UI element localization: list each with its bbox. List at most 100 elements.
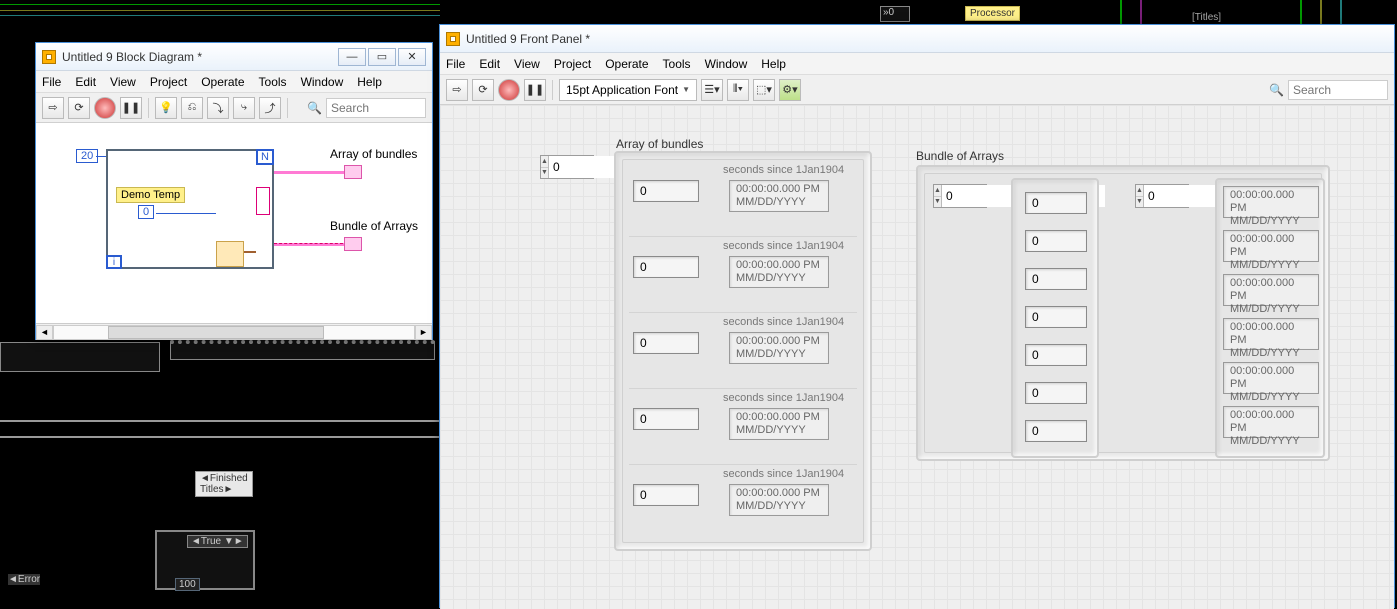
menu-edit[interactable]: Edit bbox=[75, 75, 96, 89]
loop-i-terminal: i bbox=[106, 255, 122, 269]
menu-window[interactable]: Window bbox=[705, 57, 748, 71]
run-button[interactable]: ⇨ bbox=[446, 79, 468, 101]
boa-num-5[interactable]: 0 bbox=[1025, 382, 1087, 404]
abort-button[interactable] bbox=[94, 97, 116, 119]
menu-help[interactable]: Help bbox=[357, 75, 382, 89]
aob-num-3[interactable]: 0 bbox=[633, 408, 699, 430]
down-icon[interactable]: ▼ bbox=[1136, 197, 1143, 208]
boa-num-3[interactable]: 0 bbox=[1025, 306, 1087, 328]
aob-index-control[interactable]: ▲▼ bbox=[540, 155, 594, 179]
fp-title: Untitled 9 Front Panel * bbox=[466, 32, 590, 46]
timestamp-node[interactable] bbox=[216, 241, 244, 267]
highlight-exec-button[interactable]: 💡 bbox=[155, 97, 177, 119]
align-button[interactable]: ☰▾ bbox=[701, 79, 723, 101]
abort-button[interactable] bbox=[498, 79, 520, 101]
aob-num-2[interactable]: 0 bbox=[633, 332, 699, 354]
retain-wire-button[interactable]: ⎌ bbox=[181, 97, 203, 119]
loop-count-constant[interactable]: 20 bbox=[76, 149, 98, 163]
menu-tools[interactable]: Tools bbox=[663, 57, 691, 71]
resize-button[interactable]: ⬚▾ bbox=[753, 79, 775, 101]
bg-error-case: ◄Error bbox=[8, 574, 40, 585]
boa-ts-1[interactable]: 00:00:00.000 PMMM/DD/YYYY bbox=[1223, 230, 1319, 262]
boa-num-6[interactable]: 0 bbox=[1025, 420, 1087, 442]
menu-project[interactable]: Project bbox=[554, 57, 591, 71]
boa-ts-3[interactable]: 00:00:00.000 PMMM/DD/YYYY bbox=[1223, 318, 1319, 350]
menu-project[interactable]: Project bbox=[150, 75, 187, 89]
fp-search-input[interactable] bbox=[1288, 80, 1388, 100]
bd-client[interactable]: 20 N i Demo Temp 0 Array of bundles Bund… bbox=[36, 123, 432, 323]
bg-finished-titles: ◄Finished Titles► bbox=[195, 471, 253, 497]
aob-tslabel-4: seconds since 1Jan1904 bbox=[723, 468, 844, 480]
boa-ts-5[interactable]: 00:00:00.000 PMMM/DD/YYYY bbox=[1223, 406, 1319, 438]
aob-num-1[interactable]: 0 bbox=[633, 256, 699, 278]
step-into-button[interactable]: ⤵ bbox=[207, 97, 229, 119]
bg-titles: [Titles] bbox=[1192, 12, 1221, 23]
aob-num-0[interactable]: 0 bbox=[633, 180, 699, 202]
minimize-button[interactable]: — bbox=[338, 48, 366, 66]
fp-menubar: File Edit View Project Operate Tools Win… bbox=[440, 53, 1394, 75]
demo-temp-label: Demo Temp bbox=[116, 187, 185, 203]
step-out-button[interactable]: ⤴ bbox=[259, 97, 281, 119]
for-loop[interactable]: N i Demo Temp 0 bbox=[106, 149, 274, 269]
boa-ts-0[interactable]: 00:00:00.000 PMMM/DD/YYYY bbox=[1223, 186, 1319, 218]
labview-icon bbox=[446, 32, 460, 46]
maximize-button[interactable]: ▭ bbox=[368, 48, 396, 66]
bg-processor-label: Processor bbox=[965, 6, 1020, 21]
down-icon[interactable]: ▼ bbox=[934, 197, 941, 208]
boa-num-1[interactable]: 0 bbox=[1025, 230, 1087, 252]
array-of-bundles-label: Array of bundles bbox=[616, 137, 703, 151]
pause-button[interactable]: ❚❚ bbox=[120, 97, 142, 119]
up-icon[interactable]: ▲ bbox=[541, 156, 548, 168]
bd-h-scrollbar[interactable]: ◄► bbox=[36, 323, 432, 340]
aob-ts-2[interactable]: 00:00:00.000 PMMM/DD/YYYY bbox=[729, 332, 829, 364]
bundle-of-arrays-indicator[interactable] bbox=[344, 237, 362, 251]
menu-window[interactable]: Window bbox=[301, 75, 344, 89]
demo-temp-value[interactable]: 0 bbox=[138, 205, 154, 219]
boa-num-0[interactable]: 0 bbox=[1025, 192, 1087, 214]
boa-ts-4[interactable]: 00:00:00.000 PMMM/DD/YYYY bbox=[1223, 362, 1319, 394]
menu-operate[interactable]: Operate bbox=[605, 57, 648, 71]
bd-titlebar[interactable]: Untitled 9 Block Diagram * — ▭ ✕ bbox=[36, 43, 432, 71]
boa-ts-2[interactable]: 00:00:00.000 PMMM/DD/YYYY bbox=[1223, 274, 1319, 306]
aob-ts-3[interactable]: 00:00:00.000 PMMM/DD/YYYY bbox=[729, 408, 829, 440]
aob-tslabel-2: seconds since 1Jan1904 bbox=[723, 316, 844, 328]
menu-edit[interactable]: Edit bbox=[479, 57, 500, 71]
distribute-button[interactable]: ⫴▾ bbox=[727, 79, 749, 101]
boa-col1-index[interactable]: ▲▼ bbox=[933, 184, 987, 208]
run-button[interactable]: ⇨ bbox=[42, 97, 64, 119]
menu-view[interactable]: View bbox=[514, 57, 540, 71]
aob-ts-1[interactable]: 00:00:00.000 PMMM/DD/YYYY bbox=[729, 256, 829, 288]
array-of-bundles-indicator[interactable] bbox=[344, 165, 362, 179]
aob-ts-0[interactable]: 00:00:00.000 PMMM/DD/YYYY bbox=[729, 180, 829, 212]
font-selector[interactable]: 15pt Application Font ▼ bbox=[559, 79, 697, 101]
menu-file[interactable]: File bbox=[446, 57, 465, 71]
close-button[interactable]: ✕ bbox=[398, 48, 426, 66]
fp-client[interactable]: Array of bundles ▲▼ 0seconds since 1Jan1… bbox=[440, 105, 1394, 609]
boa-num-2[interactable]: 0 bbox=[1025, 268, 1087, 290]
bd-menubar: File Edit View Project Operate Tools Win… bbox=[36, 71, 432, 93]
font-name: 15pt Application Font bbox=[566, 83, 678, 97]
up-icon[interactable]: ▲ bbox=[1136, 185, 1143, 197]
menu-operate[interactable]: Operate bbox=[201, 75, 244, 89]
down-icon[interactable]: ▼ bbox=[541, 168, 548, 179]
fp-titlebar[interactable]: Untitled 9 Front Panel * bbox=[440, 25, 1394, 53]
bundle-of-arrays-cluster: ▲▼ 0000000 ▲▼ 00:00:00.000 PMMM/DD/YYYY0… bbox=[916, 165, 1330, 461]
bg-nzero: »0 bbox=[880, 6, 910, 22]
up-icon[interactable]: ▲ bbox=[934, 185, 941, 197]
bd-toolbar: ⇨ ⟳ ❚❚ 💡 ⎌ ⤵ ⤷ ⤴ 🔍 bbox=[36, 93, 432, 123]
run-continuous-button[interactable]: ⟳ bbox=[472, 79, 494, 101]
menu-file[interactable]: File bbox=[42, 75, 61, 89]
boa-col2-index[interactable]: ▲▼ bbox=[1135, 184, 1189, 208]
bundle-node[interactable] bbox=[256, 187, 270, 215]
menu-tools[interactable]: Tools bbox=[259, 75, 287, 89]
pause-button[interactable]: ❚❚ bbox=[524, 79, 546, 101]
boa-num-4[interactable]: 0 bbox=[1025, 344, 1087, 366]
step-over-button[interactable]: ⤷ bbox=[233, 97, 255, 119]
menu-help[interactable]: Help bbox=[761, 57, 786, 71]
aob-num-4[interactable]: 0 bbox=[633, 484, 699, 506]
bd-search-input[interactable] bbox=[326, 98, 426, 118]
menu-view[interactable]: View bbox=[110, 75, 136, 89]
aob-ts-4[interactable]: 00:00:00.000 PMMM/DD/YYYY bbox=[729, 484, 829, 516]
run-continuous-button[interactable]: ⟳ bbox=[68, 97, 90, 119]
reorder-button[interactable]: ⚙▾ bbox=[779, 79, 801, 101]
